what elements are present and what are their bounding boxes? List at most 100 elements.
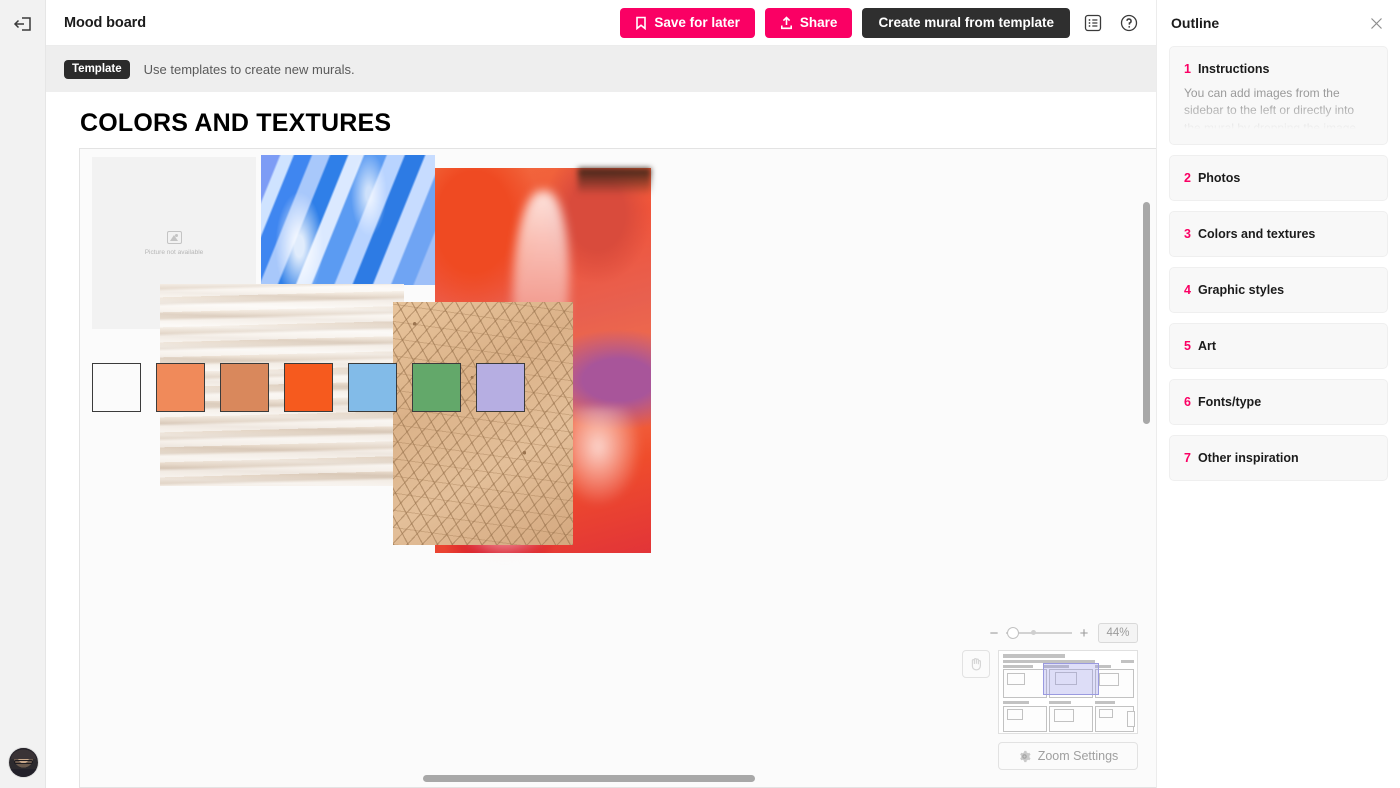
color-swatch-white[interactable] xyxy=(92,363,141,412)
outline-item-other-inspiration[interactable]: 7 Other inspiration xyxy=(1169,435,1388,481)
user-avatar[interactable] xyxy=(9,748,38,777)
outline-item-number: 2 xyxy=(1184,171,1191,185)
minimap-bar xyxy=(1003,701,1029,704)
outline-item-label: Photos xyxy=(1197,171,1241,185)
template-message: Use templates to create new murals. xyxy=(143,61,355,77)
outline-item-description: You can add images from the sidebar to t… xyxy=(1184,86,1357,129)
back-arrow-icon[interactable] xyxy=(8,10,38,38)
save-for-later-button[interactable]: Save for later xyxy=(620,7,755,38)
share-button[interactable]: Share xyxy=(764,7,853,38)
minimap-viewport[interactable] xyxy=(1043,663,1099,695)
document-title: Mood board xyxy=(64,14,146,31)
header-actions: Save for later Share Create mural from t… xyxy=(620,7,1156,38)
outline-item-row: 2 Photos xyxy=(1184,171,1373,185)
bookmark-icon xyxy=(636,16,647,30)
outline-item-row: 1 Instructions xyxy=(1184,62,1373,76)
color-swatch-light-blue[interactable] xyxy=(348,363,397,412)
zoom-settings-label: Zoom Settings xyxy=(1037,749,1119,763)
outline-item-row: 6 Fonts/type xyxy=(1184,395,1373,409)
list-outline-icon[interactable] xyxy=(1080,10,1106,36)
create-mural-label: Create mural from template xyxy=(878,15,1054,30)
outline-title: Outline xyxy=(1171,15,1220,31)
color-swatch-light-purple[interactable] xyxy=(476,363,525,412)
board-title: COLORS AND TEXTURES xyxy=(80,109,392,137)
outline-item-number: 3 xyxy=(1184,227,1191,241)
zoom-settings-button[interactable]: Zoom Settings xyxy=(998,742,1138,770)
save-for-later-label: Save for later xyxy=(654,15,740,30)
outline-item-label: Instructions xyxy=(1197,62,1270,76)
image-icon xyxy=(166,230,182,244)
avatar-glasses xyxy=(13,760,34,764)
outline-item-number: 6 xyxy=(1184,395,1191,409)
template-badge: Template xyxy=(64,59,130,79)
outline-panel: Outline 1 Instructions You can add images … xyxy=(1156,0,1400,788)
upload-icon xyxy=(780,15,792,29)
color-swatch-light-orange[interactable] xyxy=(156,363,205,412)
left-rail xyxy=(0,0,46,788)
outline-item-graphic-styles[interactable]: 4 Graphic styles xyxy=(1169,267,1388,313)
outline-item-number: 7 xyxy=(1184,451,1191,465)
zoom-out-button[interactable]: − xyxy=(988,625,1000,642)
outline-item-label: Other inspiration xyxy=(1197,451,1299,465)
zoom-body xyxy=(962,650,1138,734)
outline-item-number: 5 xyxy=(1184,339,1191,353)
outline-item-row: 5 Art xyxy=(1184,339,1373,353)
red-image-dark-top xyxy=(577,168,651,195)
color-swatch-row xyxy=(92,363,525,412)
outline-item-photos[interactable]: 2 Photos xyxy=(1169,155,1388,201)
outline-item-label: Art xyxy=(1197,339,1217,353)
minimap-shape xyxy=(1099,709,1113,718)
outline-item-row: 7 Other inspiration xyxy=(1184,451,1373,465)
outline-item-row: 4 Graphic styles xyxy=(1184,283,1373,297)
color-swatch-tan-orange[interactable] xyxy=(220,363,269,412)
zoom-slider-knob[interactable] xyxy=(1007,627,1019,639)
outline-item-list: 1 Instructions You can add images from the… xyxy=(1157,46,1400,481)
vertical-scrollbar-thumb[interactable] xyxy=(1143,202,1150,424)
close-icon[interactable] xyxy=(1366,13,1386,33)
placeholder-label: Picture not available xyxy=(144,248,204,256)
zoom-percentage[interactable]: 44% xyxy=(1098,623,1138,643)
minimap-shape xyxy=(1007,673,1025,685)
image-cracked-earth-texture[interactable] xyxy=(393,302,573,545)
outline-item-colors-and-textures[interactable]: 3 Colors and textures xyxy=(1169,211,1388,257)
minimap-bar xyxy=(1049,701,1071,704)
minimap-shape xyxy=(1007,709,1023,720)
outline-item-fonts-type[interactable]: 6 Fonts/type xyxy=(1169,379,1388,425)
create-mural-from-template-button[interactable]: Create mural from template xyxy=(862,7,1070,38)
outline-item-instructions[interactable]: 1 Instructions You can add images from the… xyxy=(1169,46,1388,145)
minimap-bar xyxy=(1003,654,1065,658)
zoom-controls: − + 44% Zoom Settings xyxy=(962,622,1138,770)
top-header: Mood board Save for later Share Create m… xyxy=(46,0,1156,46)
question-mark-icon[interactable] xyxy=(1116,10,1142,36)
minimap-bar xyxy=(1003,665,1033,668)
app-root: Mood board Save for later Share Create m… xyxy=(0,0,1400,788)
minimap-shape xyxy=(1099,673,1119,686)
color-swatch-green[interactable] xyxy=(412,363,461,412)
outline-item-row: 3 Colors and textures xyxy=(1184,227,1373,241)
red-image-wisp xyxy=(568,406,643,507)
zoom-slider-row: − + 44% xyxy=(962,622,1138,644)
minimap-shape xyxy=(1127,711,1135,727)
image-blue-crystal-texture[interactable] xyxy=(261,155,435,285)
outline-item-art[interactable]: 5 Art xyxy=(1169,323,1388,369)
canvas-minimap[interactable] xyxy=(998,650,1138,734)
zoom-in-button[interactable]: + xyxy=(1078,625,1090,642)
avatar-hair xyxy=(9,748,38,760)
hand-pan-icon[interactable] xyxy=(962,650,990,678)
template-banner: Template Use templates to create new mur… xyxy=(46,46,1156,92)
outline-item-label: Colors and textures xyxy=(1197,227,1316,241)
color-swatch-bright-orange[interactable] xyxy=(284,363,333,412)
share-label: Share xyxy=(799,15,838,30)
zoom-slider[interactable]: − + xyxy=(988,625,1090,642)
outline-item-label: Fonts/type xyxy=(1197,395,1262,409)
zoom-slider-tick xyxy=(1031,630,1036,635)
minimap-shape xyxy=(1054,709,1074,722)
gear-icon xyxy=(1019,750,1031,762)
zoom-slider-track[interactable] xyxy=(1006,627,1072,639)
minimap-bar xyxy=(1121,660,1134,663)
minimap-bar xyxy=(1095,701,1115,704)
horizontal-scrollbar-thumb[interactable] xyxy=(423,775,755,782)
outline-item-label: Graphic styles xyxy=(1197,283,1285,297)
outline-header: Outline xyxy=(1157,0,1400,46)
outline-item-number: 1 xyxy=(1184,62,1191,76)
